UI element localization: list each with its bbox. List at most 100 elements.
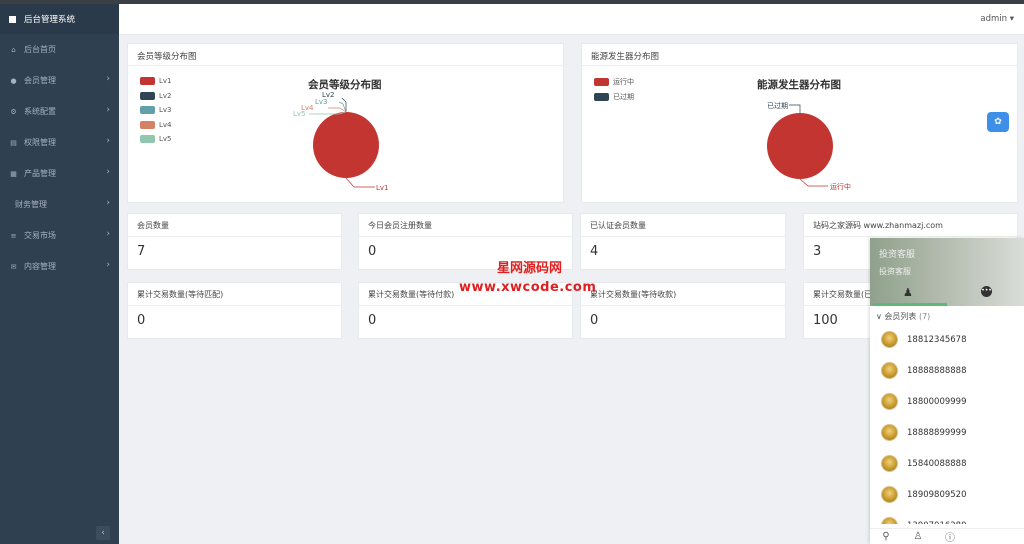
- stat-title: 累计交易数量(等待匹配): [128, 283, 341, 306]
- brand-square-icon: [9, 15, 16, 23]
- sidebar-item-3[interactable]: ▤ 权限管理 ›: [0, 127, 119, 158]
- member-phone: 18800009999: [907, 396, 967, 407]
- avatar: [881, 455, 898, 472]
- member-list: 18812345678 18888888888 18800009999 1888889…: [870, 324, 1024, 524]
- person-tab-icon[interactable]: ♟: [903, 286, 913, 299]
- stat-value: 4: [590, 244, 599, 259]
- chat-panel: 投资客服 投资客服 ♟ ••• ∨ 会员列表 (7) 18812345678 18…: [870, 238, 1024, 544]
- stat-title: 已认证会员数量: [581, 214, 785, 237]
- member-phone: 13907016280: [907, 521, 967, 525]
- avatar: [881, 331, 898, 348]
- user-menu[interactable]: admin ▾: [980, 14, 1014, 24]
- member-list-item[interactable]: 15840088888: [870, 448, 1024, 479]
- member-phone: 18888899999: [907, 427, 967, 438]
- user-icon: ●: [10, 76, 17, 85]
- sidebar-item-7[interactable]: ✉ 内容管理 ›: [0, 251, 119, 282]
- sidebar: 后台管理系统 ⌂ 后台首页 ● 会员管理 › ⚙ 系统配置 › ▤ 权限管理 › ▦ 产品管理 › 财务管理…: [0, 4, 119, 544]
- bars-icon: ≡: [10, 231, 17, 240]
- watermark-title: 星网源码网: [497, 261, 563, 276]
- member-list-item[interactable]: 18909809520: [870, 479, 1024, 510]
- avatar: [881, 424, 898, 441]
- stat-title: 今日会员注册数量: [359, 214, 572, 237]
- sidebar-item-label: 财务管理: [15, 200, 47, 209]
- pie-label-running: 运行中: [830, 182, 851, 191]
- member-list-item[interactable]: 18812345678: [870, 324, 1024, 355]
- search-icon[interactable]: ⚲: [870, 531, 902, 542]
- sidebar-item-5[interactable]: 财务管理 ›: [0, 189, 119, 220]
- envelope-icon: ✉: [10, 262, 17, 271]
- chevron-down-icon: ∨: [876, 312, 882, 321]
- chat-header: 投资客服 投资客服 ♟ •••: [870, 238, 1024, 306]
- info-icon[interactable]: ⓘ: [934, 529, 966, 544]
- caret-down-icon: ▾: [1009, 14, 1014, 24]
- sidebar-item-label: 系统配置: [24, 107, 56, 116]
- generator-panel: 能源发生器分布图 能源发生器分布图 运行中 已过期 已过期 运行中: [581, 43, 1018, 203]
- sidebar-item-4[interactable]: ▦ 产品管理 ›: [0, 158, 119, 189]
- label-line-lv4: [328, 107, 347, 113]
- pie-label-lv3: Lv3: [315, 98, 328, 106]
- sidebar-item-1[interactable]: ● 会员管理 ›: [0, 65, 119, 96]
- sidebar-nav: ⌂ 后台首页 ● 会员管理 › ⚙ 系统配置 › ▤ 权限管理 › ▦ 产品管理 › 财务管理 › ≡ 交易市场 ›…: [0, 34, 119, 282]
- member-phone: 18909809520: [907, 489, 967, 500]
- label-line-lv3: [338, 101, 347, 113]
- stat-title: 会员数量: [128, 214, 341, 237]
- sidebar-collapse-button[interactable]: ‹: [96, 526, 110, 540]
- home-icon: ⌂: [11, 45, 16, 54]
- brand[interactable]: 后台管理系统: [0, 4, 119, 34]
- stat-card: 累计交易数量(等待匹配) 0: [127, 282, 342, 339]
- member-list-item[interactable]: 18800009999: [870, 386, 1024, 417]
- topbar: admin ▾: [119, 4, 1024, 35]
- member-phone: 18888888888: [907, 365, 967, 376]
- brand-title: 后台管理系统: [24, 15, 76, 25]
- chat-title: 投资客服: [879, 250, 916, 260]
- pie-slice-lv1[interactable]: [313, 112, 379, 178]
- avatar: [881, 393, 898, 410]
- label-line-expired: [789, 104, 801, 113]
- list-icon: ▤: [10, 138, 17, 147]
- avatar: [881, 362, 898, 379]
- member-list-item[interactable]: 18888899999: [870, 417, 1024, 448]
- chat-subtitle: 投资客服: [879, 267, 911, 276]
- chevron-right-icon: ›: [106, 260, 110, 270]
- sidebar-item-label: 后台首页: [24, 45, 56, 54]
- sidebar-item-label: 交易市场: [24, 231, 56, 240]
- chevron-right-icon: ›: [106, 167, 110, 177]
- stat-value: 0: [137, 313, 146, 328]
- member-list-header[interactable]: ∨ 会员列表 (7): [870, 306, 1024, 324]
- chat-footer: ⚲ ♙ ⓘ: [870, 528, 1024, 544]
- pie-label-lv5: Lv5: [293, 110, 306, 118]
- sidebar-item-label: 内容管理: [24, 262, 56, 271]
- member-phone: 18812345678: [907, 334, 967, 345]
- member-list-label: 会员列表: [884, 312, 917, 321]
- shirt-icon[interactable]: ♙: [902, 531, 934, 542]
- chevron-right-icon: ›: [106, 105, 110, 115]
- member-list-item[interactable]: 13907016280: [870, 510, 1024, 524]
- stat-value: 7: [137, 244, 146, 259]
- pie-slice-running[interactable]: [767, 113, 833, 179]
- stat-title: 累计交易数量(等待收款): [581, 283, 785, 306]
- chat-tab-icon[interactable]: •••: [981, 286, 992, 297]
- windows-icon: ▦: [10, 169, 17, 178]
- sidebar-item-label: 产品管理: [24, 169, 56, 178]
- floating-app-button[interactable]: ✿: [987, 112, 1009, 132]
- sidebar-item-2[interactable]: ⚙ 系统配置 ›: [0, 96, 119, 127]
- member-list-item[interactable]: 18888888888: [870, 355, 1024, 386]
- stat-card: 会员数量 7: [127, 213, 342, 270]
- stat-card: 已认证会员数量 4: [580, 213, 786, 270]
- pie-label-expired: 已过期: [767, 101, 788, 110]
- active-tab-indicator: [873, 303, 947, 306]
- generator-pie: 已过期 运行中: [767, 101, 851, 191]
- stat-title: 站码之家源码 www.zhanmazj.com: [804, 214, 1017, 237]
- pie-label-lv1: Lv1: [376, 184, 389, 192]
- member-level-pie: Lv1 Lv2 Lv3 Lv4 Lv5: [293, 91, 389, 192]
- member-level-panel: 会员等级分布图 会员等级分布图 Lv1 Lv2 Lv3 Lv4 Lv5 Lv1 Lv2 …: [127, 43, 564, 203]
- avatar: [881, 486, 898, 503]
- sidebar-item-0[interactable]: ⌂ 后台首页: [0, 34, 119, 65]
- chevron-right-icon: ›: [106, 74, 110, 84]
- sidebar-item-6[interactable]: ≡ 交易市场 ›: [0, 220, 119, 251]
- chevron-right-icon: ›: [106, 136, 110, 146]
- stat-value: 0: [590, 313, 599, 328]
- member-phone: 15840088888: [907, 458, 967, 469]
- watermark-url: www.xwcode.com: [459, 280, 597, 295]
- avatar: [881, 517, 898, 524]
